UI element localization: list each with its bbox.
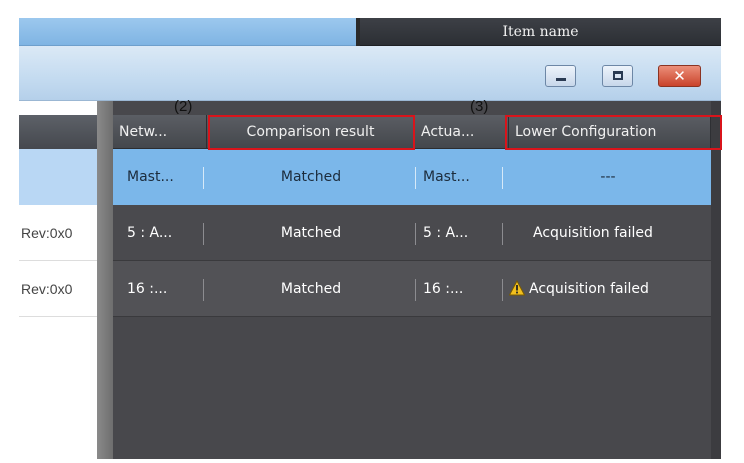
annotation-box-lower-configuration [505,115,722,150]
table-row-selected[interactable]: Mast... Matched Mast... --- [113,149,711,205]
cell-network: Mast... [127,169,174,185]
cell-comparison-result: Matched [280,169,342,185]
cell-separator [502,223,503,245]
left-panel-revision: Rev:0x0 [21,225,73,241]
window-titlebar[interactable]: ✕ [19,46,721,101]
cell-separator [502,279,503,301]
maximize-icon [613,71,623,80]
maximize-button[interactable] [602,65,633,87]
cell-separator [203,223,204,245]
cell-comparison-result: Matched [280,281,342,297]
cell-separator [203,279,204,301]
item-name-label: Item name [502,24,579,40]
minimize-button[interactable] [545,65,576,87]
left-panel-header[interactable] [19,115,97,149]
left-panel-selected-row[interactable] [19,149,97,205]
configuration-grid: Netw... Comparison result Actua... Lower… [113,101,711,459]
left-panel-row[interactable]: Rev:0x0 [19,261,97,317]
panel-splitter[interactable] [97,101,113,459]
top-strip-left [19,18,356,46]
cell-separator [502,167,503,189]
table-row[interactable]: 16 :... Matched 16 :... Acquisition fail… [113,261,711,317]
cell-separator [415,279,416,301]
cell-network: 16 :... [127,281,168,297]
cell-separator [415,167,416,189]
app-frame: Item name ✕ Rev:0x0 Rev:0x0 Netw... Comp… [19,18,721,459]
close-button[interactable]: ✕ [658,65,701,87]
cell-actual: Mast... [423,169,470,185]
warning-triangle-icon [509,280,525,296]
cell-actual: 5 : A... [423,225,469,241]
item-name-column-header[interactable]: Item name [360,18,721,46]
cell-separator [203,167,204,189]
close-icon: ✕ [673,67,686,85]
annotation-box-comparison-result [208,115,415,150]
column-header-actual[interactable]: Actua... [415,115,509,149]
minimize-icon [556,78,566,81]
cell-actual: 16 :... [423,281,464,297]
left-panel-revision: Rev:0x0 [21,281,73,297]
left-panel-row[interactable]: Rev:0x0 [19,205,97,261]
cell-separator [415,223,416,245]
cell-comparison-result: Matched [280,225,342,241]
annotation-label-2: (2) [174,98,193,115]
cell-lower-configuration: Acquisition failed [533,225,653,241]
column-header-network[interactable]: Netw... [113,115,207,149]
left-panel: Rev:0x0 Rev:0x0 [19,101,97,459]
cell-lower-configuration: Acquisition failed [529,281,649,297]
cell-lower-configuration: --- [600,169,616,185]
cell-network: 5 : A... [127,225,173,241]
grid-body: Mast... Matched Mast... --- 5 : A... Mat… [113,149,711,459]
annotation-label-3: (3) [470,98,489,115]
grid-right-border [711,101,721,459]
table-row[interactable]: 5 : A... Matched 5 : A... Acquisition fa… [113,205,711,261]
